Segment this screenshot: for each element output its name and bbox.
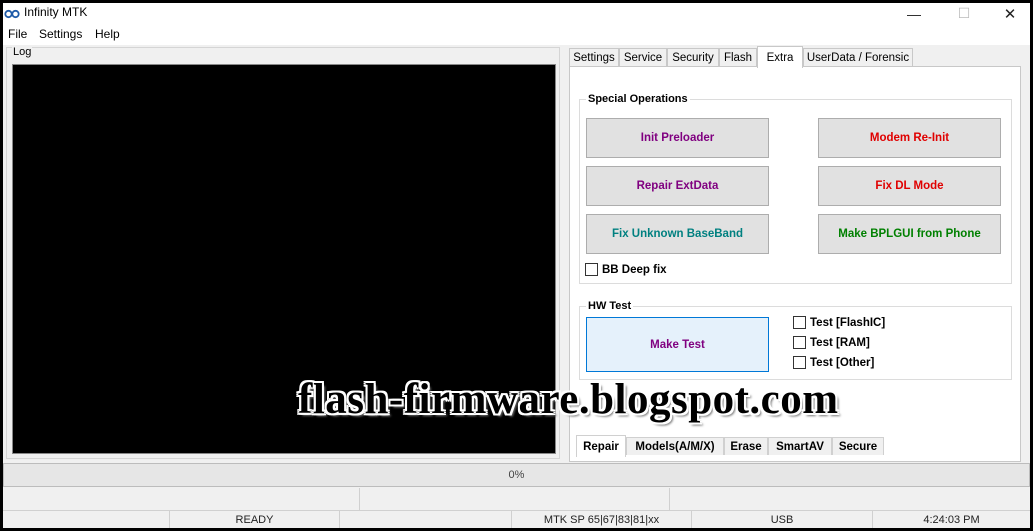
checkbox-box[interactable] [793,336,806,349]
tab-extra[interactable]: Extra [757,46,803,68]
bottom-tab-strip: Repair Models(A/M/X) Erase SmartAV Secur… [576,435,1020,457]
watermark-text: flash-firmware.blogspot.com [298,376,839,423]
tab-secure[interactable]: Secure [832,437,884,455]
infinity-logo-icon [4,9,20,19]
title-bar: Infinity MTK — ☐ ✕ [3,3,1030,24]
tab-erase[interactable]: Erase [724,437,768,455]
special-operations-title: Special Operations [586,92,690,106]
status-port: USB [692,511,873,528]
make-test-button[interactable]: Make Test [586,317,769,372]
window-title: Infinity MTK [24,5,88,19]
init-preloader-button[interactable]: Init Preloader [586,118,769,158]
bb-deep-fix-checkbox[interactable]: BB Deep fix [585,263,667,276]
minimize-icon[interactable]: — [891,3,937,24]
test-other-label: Test [Other] [810,356,875,369]
status-cell-empty [3,511,170,528]
hw-test-title: HW Test [586,299,634,313]
menu-help[interactable]: Help [95,27,120,42]
modem-reinit-button[interactable]: Modem Re-Init [818,118,1001,158]
checkbox-box[interactable] [793,316,806,329]
tab-repair[interactable]: Repair [576,435,626,457]
progress-text: 0% [508,469,525,481]
status-state: READY [170,511,340,528]
menu-file[interactable]: File [8,27,27,42]
maximize-icon[interactable]: ☐ [941,3,987,24]
tab-models[interactable]: Models(A/M/X) [626,437,724,455]
test-other-checkbox[interactable]: Test [Other] [793,356,874,369]
fix-unknown-baseband-button[interactable]: Fix Unknown BaseBand [586,214,769,254]
tab-security[interactable]: Security [667,48,719,67]
special-operations-group: Special Operations Init Preloader Modem … [579,92,1012,284]
menu-bar: File Settings Help [3,24,1030,45]
repair-extdata-button[interactable]: Repair ExtData [586,166,769,206]
status-chip: MTK SP 65|67|83|81|xx [512,511,692,528]
tab-userdata-forensic[interactable]: UserData / Forensic [803,48,913,67]
test-flashic-label: Test [FlashIC] [810,316,886,329]
make-bplgui-button[interactable]: Make BPLGUI from Phone [818,214,1001,254]
progress-bar: 0% [3,463,1030,487]
tab-smartav[interactable]: SmartAV [768,437,832,455]
tab-settings[interactable]: Settings [569,48,619,67]
status-time: 4:24:03 PM [923,514,980,526]
fix-dl-mode-button[interactable]: Fix DL Mode [818,166,1001,206]
test-flashic-checkbox[interactable]: Test [FlashIC] [793,316,885,329]
info-cell [360,488,670,510]
info-cell [3,488,360,510]
hw-test-group: HW Test Make Test Test [FlashIC] Test [R… [579,299,1012,380]
checkbox-box[interactable] [793,356,806,369]
test-ram-label: Test [RAM] [810,336,870,349]
menu-settings[interactable]: Settings [39,27,82,42]
log-label: Log [12,46,33,58]
tab-service[interactable]: Service [619,48,667,67]
info-cell [670,488,1030,510]
bb-deep-fix-label: BB Deep fix [602,263,667,276]
checkbox-box[interactable] [585,263,598,276]
main-tab-strip: Settings Service Security Flash Extra Us… [569,46,1023,68]
status-cell-empty [340,511,512,528]
tab-flash[interactable]: Flash [719,48,757,67]
close-icon[interactable]: ✕ [987,3,1030,24]
test-ram-checkbox[interactable]: Test [RAM] [793,336,870,349]
status-bar: READY MTK SP 65|67|83|81|xx USB 4:24:03 … [3,510,1030,528]
app-window: Infinity MTK — ☐ ✕ File Settings Help Lo… [3,3,1030,528]
info-row [3,488,1030,510]
